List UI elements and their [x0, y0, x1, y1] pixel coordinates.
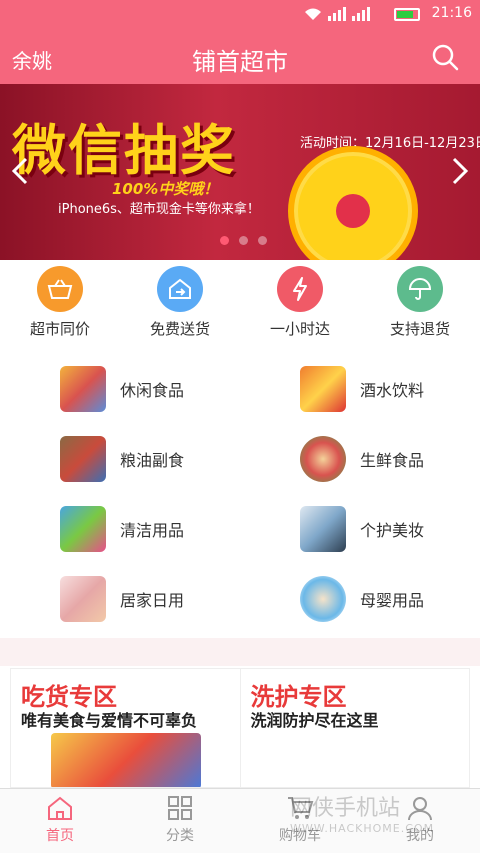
tab-label: 首页 — [46, 828, 74, 844]
app-header: 余姚 铺首超市 — [0, 30, 480, 84]
fresh-food-icon — [300, 436, 346, 482]
banner-dot[interactable] — [239, 236, 248, 245]
baby-icon — [300, 576, 346, 622]
category-label: 个护美妆 — [360, 521, 425, 540]
banner-date: 活动时间：12月16日-12月23日 — [300, 136, 480, 151]
section-divider — [0, 638, 480, 666]
banner-line1: 100%中奖哦！ — [112, 180, 219, 198]
tab-category[interactable]: 分类 — [120, 789, 240, 853]
feature-one-hour[interactable]: 一小时达 — [240, 262, 360, 344]
wifi-icon — [305, 8, 321, 20]
feature-same-price[interactable]: 超市同价 — [0, 262, 120, 344]
umbrella-icon — [397, 266, 443, 312]
snack-products-image — [51, 733, 201, 787]
banner-headline: 微信抽奖 — [12, 119, 236, 182]
feature-label: 支持退货 — [389, 320, 450, 338]
category-grain-oil[interactable]: 粮油副食 — [0, 424, 240, 494]
category-label: 清洁用品 — [120, 521, 185, 540]
feature-row: 超市同价 免费送货 一小时达 支持退货 — [0, 262, 480, 344]
cosmetics-icon — [300, 506, 346, 552]
banner-dot[interactable] — [258, 236, 267, 245]
category-label: 母婴用品 — [360, 591, 425, 610]
zone-personal-care[interactable]: 洗护专区 洗润防护尽在这里 — [241, 669, 470, 787]
prize-wheel-icon — [288, 146, 418, 260]
grocery-icon — [60, 436, 106, 482]
home-delivery-icon — [157, 266, 203, 312]
home-icon — [48, 796, 72, 820]
category-cosmetics[interactable]: 个护美妆 — [240, 494, 480, 564]
feature-returns[interactable]: 支持退货 — [360, 262, 480, 344]
snacks-icon — [60, 366, 106, 412]
category-fresh[interactable]: 生鲜食品 — [240, 424, 480, 494]
category-label: 休闲食品 — [120, 381, 185, 400]
basket-icon — [37, 266, 83, 312]
cleaning-icon — [60, 506, 106, 552]
grid-icon — [168, 796, 192, 820]
zone-subtitle: 唯有美食与爱情不可辜负 — [21, 711, 198, 730]
category-household[interactable]: 居家日用 — [0, 564, 240, 634]
signal-indicators — [304, 7, 370, 21]
category-snacks[interactable]: 休闲食品 — [0, 354, 240, 424]
category-label: 粮油副食 — [120, 451, 185, 470]
watermark-text: 网侠手机站 — [290, 796, 401, 821]
signal-icon — [328, 7, 346, 21]
promo-banner[interactable]: 微信抽奖 活动时间：12月16日-12月23日 100%中奖哦！ iPhone6… — [0, 84, 480, 260]
drinks-icon — [300, 366, 346, 412]
category-label: 酒水饮料 — [360, 381, 425, 400]
banner-dot[interactable] — [220, 236, 229, 245]
tab-home[interactable]: 首页 — [0, 789, 120, 853]
feature-free-delivery[interactable]: 免费送货 — [120, 262, 240, 344]
feature-label: 一小时达 — [269, 320, 330, 338]
category-cleaning[interactable]: 清洁用品 — [0, 494, 240, 564]
lightning-icon — [277, 266, 323, 312]
search-icon[interactable] — [430, 42, 460, 72]
zone-subtitle: 洗润防护尽在这里 — [250, 711, 379, 730]
page-title: 铺首超市 — [192, 48, 288, 76]
category-grid: 休闲食品 酒水饮料 粮油副食 生鲜食品 清洁用品 个护美妆 居家日用 母婴用品 — [0, 354, 480, 634]
banner-next-arrow-icon[interactable] — [450, 156, 470, 186]
feature-label: 免费送货 — [149, 320, 210, 338]
status-bar: 21:16 — [0, 0, 480, 30]
clock: 21:16 — [431, 5, 472, 21]
banner-line2: iPhone6s、超市现金卡等你来拿！ — [58, 202, 260, 217]
category-label: 生鲜食品 — [360, 451, 425, 470]
watermark: 网侠手机站 WWW.HACKHOME.COM — [290, 790, 434, 835]
battery-icon — [394, 8, 420, 21]
feature-label: 超市同价 — [29, 320, 90, 338]
category-drinks[interactable]: 酒水饮料 — [240, 354, 480, 424]
tab-label: 分类 — [166, 828, 194, 844]
banner-prev-arrow-icon[interactable] — [10, 156, 30, 186]
category-baby[interactable]: 母婴用品 — [240, 564, 480, 634]
household-icon — [60, 576, 106, 622]
category-label: 居家日用 — [120, 591, 185, 610]
watermark-url: WWW.HACKHOME.COM — [290, 822, 435, 835]
banner-pagination — [220, 236, 267, 245]
promo-zones: 吃货专区 唯有美食与爱情不可辜负 洗护专区 洗润防护尽在这里 — [10, 668, 470, 788]
zone-foodie[interactable]: 吃货专区 唯有美食与爱情不可辜负 — [11, 669, 241, 787]
signal-icon-2 — [352, 7, 370, 21]
